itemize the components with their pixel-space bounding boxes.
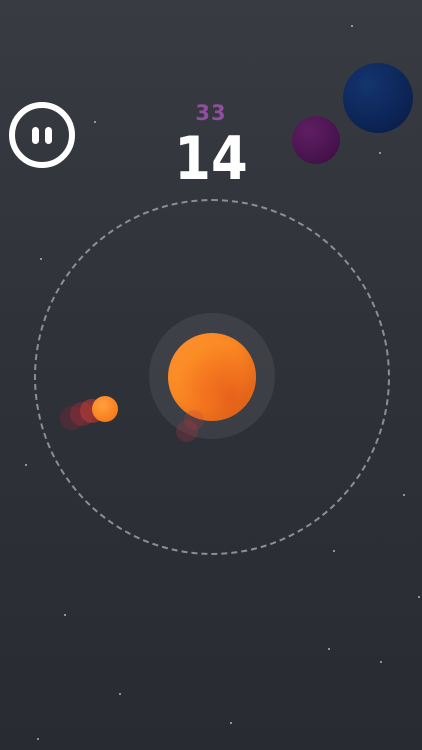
blue-planet [343,63,413,133]
star [403,494,405,496]
star [351,25,353,27]
star [328,648,330,650]
purple-planet [292,116,340,164]
star [418,596,420,598]
star [64,614,66,616]
game-canvas[interactable]: 33 14 [0,0,422,750]
star [333,550,335,552]
sun [168,333,256,421]
star [380,661,382,663]
best-score: 33 [195,101,227,125]
star [37,738,39,740]
pause-icon [32,127,39,144]
star [94,121,96,123]
pause-icon [45,127,52,144]
ball-trail [184,410,204,430]
current-score: 14 [174,124,248,194]
star [25,464,27,466]
star [40,258,42,260]
star [379,152,381,154]
player-ball [92,396,118,422]
star [230,722,232,724]
star [119,693,121,695]
pause-button[interactable] [9,102,75,168]
